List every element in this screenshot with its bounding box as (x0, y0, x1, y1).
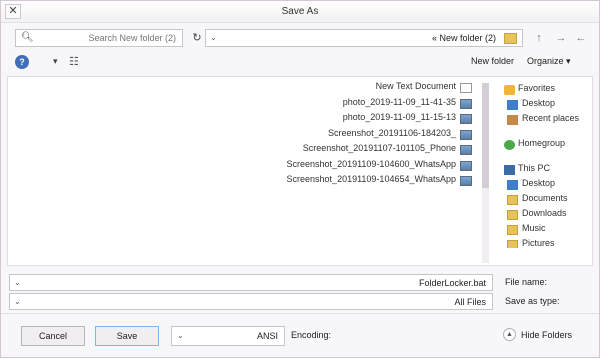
music-folder-icon (507, 225, 518, 235)
nav-item-downloads[interactable]: Downloads (504, 208, 594, 223)
hide-folders-toggle[interactable]: ▲ Hide Folders (503, 328, 573, 341)
help-icon[interactable]: ? (15, 55, 29, 69)
encoding-value: ANSI (256, 331, 278, 341)
list-item[interactable]: photo_2019-11-09_11-15-13 (287, 112, 474, 128)
chevron-down-icon[interactable]: ⌄ (14, 297, 21, 306)
nav-item-desktop[interactable]: Desktop (504, 98, 594, 113)
image-file-icon (460, 145, 472, 155)
nav-this-pc[interactable]: This PC (504, 163, 594, 178)
save-type-value: All Files (454, 297, 486, 307)
file-name-field[interactable]: ⌄ FolderLocker.bat (9, 274, 493, 291)
hide-folders-label: Hide Folders (521, 330, 573, 340)
nav-item-pictures[interactable]: Pictures (504, 238, 594, 248)
address-bar[interactable]: ⌄ « New folder (2) (205, 29, 523, 47)
scrollbar[interactable] (482, 83, 489, 263)
encoding-select[interactable]: ⌄ ANSI (171, 326, 285, 346)
nav-item-recent-places[interactable]: Recent places (504, 113, 594, 128)
nav-label: Downloads (522, 208, 567, 218)
documents-folder-icon (507, 195, 518, 205)
homegroup-icon (504, 140, 515, 150)
new-folder-button[interactable]: New folder (471, 56, 514, 66)
organize-button[interactable]: Organize ▾ (527, 56, 571, 67)
computer-icon (504, 165, 515, 175)
save-as-dialog: ✕ Save As 🔍︎ Search New folder (2) ↻ ⌄ «… (0, 0, 600, 358)
navigation-pane: Favorites Desktop Recent places Homegrou… (504, 83, 594, 248)
image-file-icon (460, 160, 472, 171)
toolbar: ? ▾ ☷ New folder Organize ▾ (7, 54, 593, 72)
text-file-icon (460, 83, 472, 93)
nav-label: Desktop (522, 98, 556, 108)
list-item[interactable]: Screenshot_20191106-184203_ (287, 128, 474, 144)
view-options-icon[interactable]: ☷ (69, 55, 79, 68)
image-file-icon (460, 114, 472, 124)
desktop-icon (507, 100, 518, 110)
refresh-icon[interactable]: ↻ (189, 29, 205, 47)
nav-label: Desktop (522, 178, 556, 188)
save-button[interactable]: Save (95, 326, 159, 346)
file-name: New Text Document (375, 81, 456, 91)
nav-label: Documents (522, 193, 568, 203)
nav-label: This PC (518, 163, 551, 173)
image-file-icon (460, 98, 472, 109)
pictures-folder-icon (507, 240, 518, 248)
image-file-icon (460, 176, 472, 186)
up-button[interactable]: ↑ (531, 29, 547, 47)
title-bar: ✕ Save As (1, 1, 599, 23)
file-name-value: FolderLocker.bat (418, 278, 486, 288)
chevron-down-icon[interactable]: ⌄ (177, 331, 184, 340)
nav-homegroup[interactable]: Homegroup (504, 138, 594, 153)
file-name: Screenshot_20191107-101105_Phone (302, 143, 456, 153)
scrollbar-thumb[interactable] (482, 83, 489, 188)
list-item[interactable]: Screenshot_20191109-104654_WhatsApp (287, 174, 474, 190)
cancel-button[interactable]: Cancel (21, 326, 85, 346)
nav-label: Pictures (522, 238, 555, 248)
file-name-label: File name: (505, 277, 548, 287)
list-item[interactable]: Screenshot_20191109-104600_WhatsApp (287, 159, 474, 175)
file-name: photo_2019-11-09_11-15-13 (342, 112, 456, 122)
address-row: 🔍︎ Search New folder (2) ↻ ⌄ « New folde… (7, 28, 593, 48)
save-type-label: Save as type: (505, 296, 560, 306)
downloads-folder-icon (507, 210, 518, 220)
back-button[interactable]: ← (573, 29, 589, 47)
file-list: New Text Document photo_2019-11-09_11-41… (287, 81, 474, 190)
nav-label: Recent places (522, 113, 580, 123)
file-name: Screenshot_20191109-104600_WhatsApp (286, 158, 456, 169)
nav-label: Homegroup (518, 138, 566, 148)
file-name-row: ⌄ FolderLocker.bat File name: (9, 274, 593, 291)
search-input[interactable]: 🔍︎ Search New folder (2) (15, 29, 183, 47)
star-icon (504, 85, 515, 95)
desktop-icon (507, 180, 518, 190)
list-item[interactable]: photo_2019-11-09_11-41-35 (287, 97, 474, 113)
file-name: Screenshot_20191109-104654_WhatsApp (286, 174, 456, 184)
chevron-up-icon: ▲ (503, 328, 516, 341)
forward-button[interactable]: → (553, 29, 569, 47)
save-type-row: ⌄ All Files Save as type: (9, 293, 593, 310)
chevron-down-icon[interactable]: ⌄ (210, 33, 217, 42)
file-name: photo_2019-11-09_11-41-35 (342, 96, 456, 107)
image-file-icon (460, 129, 472, 140)
nav-item-documents[interactable]: Documents (504, 193, 594, 208)
file-browser: New Text Document photo_2019-11-09_11-41… (7, 76, 593, 266)
view-dropdown[interactable]: ▾ (53, 56, 58, 67)
file-name: Screenshot_20191106-184203_ (328, 127, 456, 138)
nav-item-desktop-pc[interactable]: Desktop (504, 178, 594, 193)
encoding-label: Encoding: (291, 330, 332, 340)
recent-places-icon (507, 115, 518, 125)
dialog-footer: Cancel Save ⌄ ANSI Encoding: ▲ Hide Fold… (1, 313, 599, 357)
list-item[interactable]: New Text Document (287, 81, 474, 97)
search-icon: 🔍︎ (21, 32, 34, 43)
list-item[interactable]: Screenshot_20191107-101105_Phone (287, 143, 474, 159)
chevron-down-icon[interactable]: ⌄ (14, 278, 21, 287)
nav-favorites[interactable]: Favorites (504, 83, 594, 98)
save-type-select[interactable]: ⌄ All Files (9, 293, 493, 310)
nav-label: Favorites (518, 83, 556, 93)
folder-icon (504, 33, 517, 44)
dialog-title: Save As (281, 6, 319, 17)
search-placeholder: Search New folder (2) (88, 33, 176, 43)
nav-label: Music (522, 223, 546, 233)
address-path[interactable]: « New folder (2) (432, 33, 496, 43)
nav-item-music[interactable]: Music (504, 223, 594, 238)
